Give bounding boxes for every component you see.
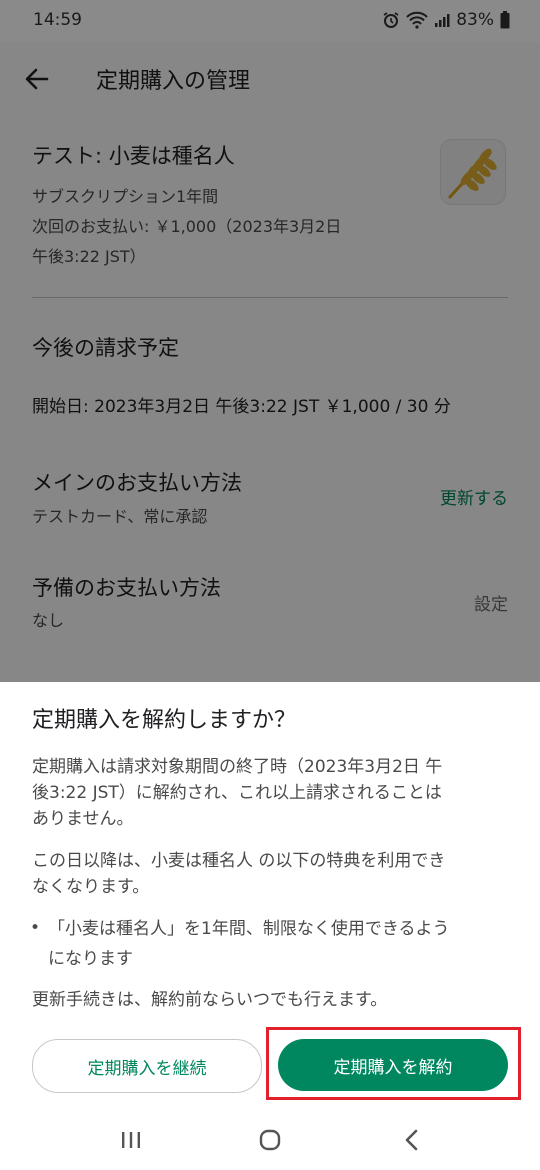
dialog-para-1-line-2: 後3:22 JST）に解約され、これ以上請求されることは bbox=[32, 783, 442, 803]
continue-subscription-button[interactable]: 定期購入を継続 bbox=[32, 1039, 262, 1093]
highlight-box bbox=[266, 1027, 521, 1100]
dialog-title: 定期購入を解約しますか？ bbox=[32, 708, 297, 733]
dialog-para-1-line-3: ありません。 bbox=[32, 809, 134, 829]
benefit-line-2: になります bbox=[48, 949, 133, 969]
recent-apps-icon[interactable] bbox=[116, 1125, 146, 1155]
wifi-icon bbox=[406, 11, 428, 29]
benefit-line-1: 「小麦は種名人」を1年間、制限なく使用できるよう bbox=[48, 919, 450, 939]
scrim-overlay[interactable] bbox=[0, 42, 540, 682]
bullet-mark: • bbox=[30, 918, 41, 938]
dialog-para-2-line-2: なくなります。 bbox=[32, 877, 150, 897]
back-nav-icon[interactable] bbox=[397, 1125, 427, 1155]
signal-icon bbox=[434, 12, 450, 28]
system-nav-bar bbox=[0, 1110, 540, 1170]
dialog-para-2-line-1: この日以降は、小麦は種名人 の以下の特典を利用でき bbox=[32, 851, 446, 871]
battery-icon bbox=[500, 11, 510, 29]
status-time: 14:59 bbox=[33, 10, 82, 30]
home-icon[interactable] bbox=[255, 1125, 285, 1155]
dialog-para-3: 更新手続きは、解約前ならいつでも行えます。 bbox=[32, 990, 388, 1010]
cancel-subscription-sheet: 定期購入を解約しますか？ 定期購入は請求対象期間の終了時（2023年3月2日 午… bbox=[0, 682, 540, 1170]
alarm-icon bbox=[382, 11, 400, 29]
status-bar: 14:59 83% bbox=[0, 0, 540, 42]
dialog-para-1-line-1: 定期購入は請求対象期間の終了時（2023年3月2日 午 bbox=[32, 757, 443, 777]
battery-percent: 83% bbox=[456, 10, 494, 30]
